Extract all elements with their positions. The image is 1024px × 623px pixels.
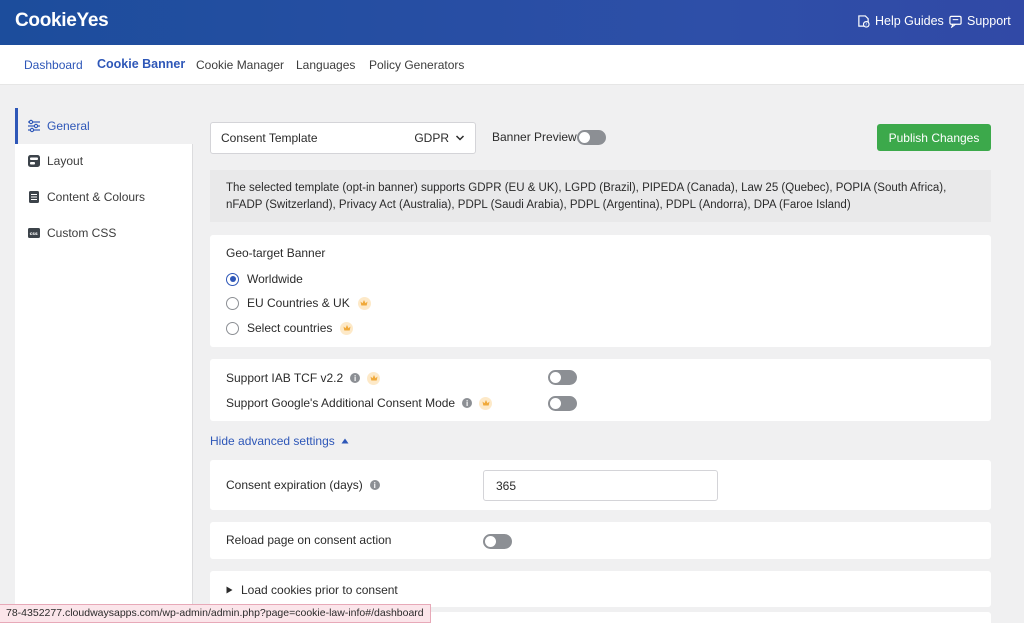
hide-advanced-settings-link[interactable]: Hide advanced settings <box>210 434 349 448</box>
help-guides-label: Help Guides <box>875 14 944 28</box>
support-link[interactable]: Support <box>949 14 1011 28</box>
geo-target-title: Geo-target Banner <box>226 246 326 260</box>
google-acm-toggle[interactable] <box>548 396 577 411</box>
consent-expiration-label: Consent expiration (days) <box>226 478 363 492</box>
sidebar-item-label: Layout <box>47 154 84 168</box>
iab-tcf-label: Support IAB TCF v2.2 <box>226 371 344 385</box>
premium-crown-icon <box>357 296 371 310</box>
main-nav: Dashboard Cookie Banner Cookie Manager L… <box>0 45 1024 85</box>
caret-up-icon <box>341 438 349 444</box>
iab-tcf-row: Support IAB TCF v2.2 i <box>226 371 381 385</box>
reload-page-row: Reload page on consent action <box>226 533 391 547</box>
hide-advanced-label: Hide advanced settings <box>210 434 335 448</box>
template-info-box: The selected template (opt-in banner) su… <box>210 170 991 222</box>
iab-tcf-toggle[interactable] <box>548 370 577 385</box>
geo-option-label: EU Countries & UK <box>247 296 350 310</box>
sliders-icon <box>28 119 40 133</box>
support-settings-card: Support IAB TCF v2.2 i Support Google's … <box>210 359 991 421</box>
consent-template-select[interactable]: Consent Template GDPR <box>210 122 476 154</box>
help-guides-link[interactable]: ? Help Guides <box>857 14 944 28</box>
geo-option-eu-uk[interactable]: EU Countries & UK <box>226 296 371 310</box>
reload-page-label: Reload page on consent action <box>226 533 392 547</box>
premium-crown-icon <box>340 321 354 335</box>
geo-option-select-countries[interactable]: Select countries <box>226 321 354 335</box>
help-guides-icon: ? <box>858 14 870 28</box>
document-icon <box>29 191 39 203</box>
nav-cookie-manager[interactable]: Cookie Manager <box>196 58 284 72</box>
chevron-down-icon <box>455 135 465 141</box>
support-chat-icon <box>949 15 962 28</box>
cookieyes-logo[interactable]: CookieYes <box>15 10 109 32</box>
sidebar-item-label: General <box>47 119 90 133</box>
radio-eu-uk[interactable] <box>226 296 239 310</box>
geo-option-worldwide[interactable]: Worldwide <box>226 272 303 286</box>
publish-changes-button[interactable]: Publish Changes <box>877 124 991 151</box>
radio-worldwide[interactable] <box>226 272 239 286</box>
geo-option-label: Select countries <box>247 321 333 335</box>
nav-policy-generators[interactable]: Policy Generators <box>369 58 464 72</box>
css-icon: css <box>28 228 40 238</box>
consent-expiration-row: Consent expiration (days) i <box>226 478 380 492</box>
settings-sidebar: General Layout Content & Colours css Cus… <box>15 108 193 623</box>
support-label: Support <box>967 14 1011 28</box>
geo-option-label: Worldwide <box>247 272 303 286</box>
browser-status-url: 78-4352277.cloudwaysapps.com/wp-admin/ad… <box>0 604 431 623</box>
load-cookies-label: Load cookies prior to consent <box>241 583 398 597</box>
banner-preview-toggle[interactable] <box>577 130 606 145</box>
sidebar-item-custom-css[interactable]: css Custom CSS <box>15 215 193 251</box>
nav-languages[interactable]: Languages <box>296 58 355 72</box>
info-icon[interactable]: i <box>462 398 473 408</box>
load-cookies-expander[interactable]: Load cookies prior to consent <box>226 583 398 597</box>
sidebar-item-label: Content & Colours <box>47 190 146 204</box>
sidebar-item-layout[interactable]: Layout <box>15 143 193 179</box>
consent-template-value: GDPR <box>414 131 449 145</box>
premium-crown-icon <box>479 396 493 410</box>
svg-text:css: css <box>30 232 38 237</box>
premium-crown-icon <box>367 371 381 385</box>
reload-page-toggle[interactable] <box>483 534 512 549</box>
consent-expiration-input[interactable] <box>483 470 718 501</box>
caret-right-icon <box>226 586 233 594</box>
template-info-text: The selected template (opt-in banner) su… <box>226 182 947 211</box>
info-icon[interactable]: i <box>369 480 380 490</box>
svg-text:?: ? <box>865 22 867 27</box>
sidebar-item-label: Custom CSS <box>47 226 117 240</box>
top-header: CookieYes ? Help Guides Support <box>0 0 1024 45</box>
consent-template-label: Consent Template <box>221 131 318 145</box>
nav-dashboard[interactable]: Dashboard <box>24 58 83 72</box>
load-cookies-card: Load cookies prior to consent <box>210 571 991 607</box>
radio-select-countries[interactable] <box>226 321 239 335</box>
sidebar-item-content-colours[interactable]: Content & Colours <box>15 179 193 215</box>
info-icon[interactable]: i <box>350 373 361 383</box>
google-acm-label: Support Google's Additional Consent Mode <box>226 396 456 410</box>
banner-preview-label: Banner Preview <box>492 130 577 144</box>
sidebar-item-general[interactable]: General <box>15 108 193 144</box>
nav-cookie-banner[interactable]: Cookie Banner <box>97 57 185 71</box>
geo-target-card: Geo-target Banner Worldwide EU Countries… <box>210 235 991 347</box>
reload-page-card: Reload page on consent action <box>210 522 991 559</box>
layout-icon <box>28 155 40 167</box>
google-acm-row: Support Google's Additional Consent Mode… <box>226 396 493 410</box>
